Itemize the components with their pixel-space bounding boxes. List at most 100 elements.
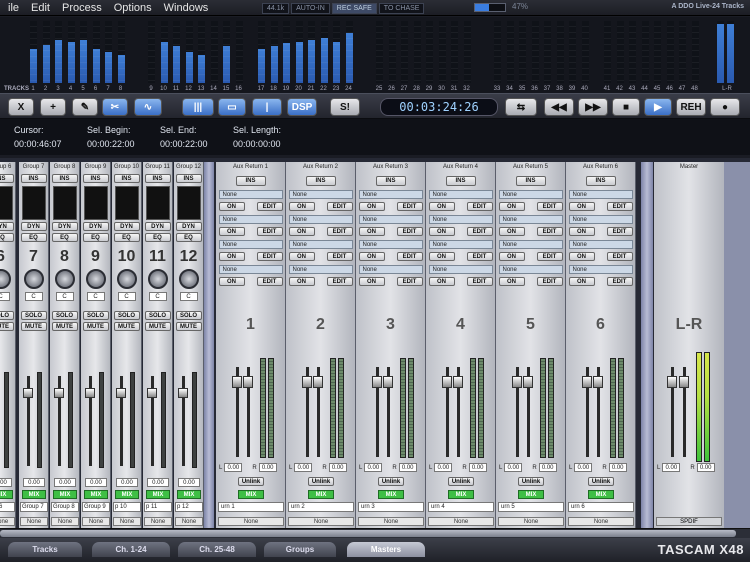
l-value[interactable]: 0.00	[224, 463, 243, 472]
send-on-button[interactable]: ON	[498, 277, 525, 286]
tab-tracks[interactable]: Tracks	[8, 542, 82, 557]
send-edit-button[interactable]: EDIT	[326, 202, 353, 211]
pan-knob[interactable]	[85, 269, 106, 289]
send-on-button[interactable]: ON	[288, 202, 315, 211]
send-on-button[interactable]: ON	[428, 252, 455, 261]
send-on-button[interactable]: ON	[218, 277, 245, 286]
l-value[interactable]: 0.00	[434, 463, 453, 472]
send-edit-button[interactable]: EDIT	[396, 277, 423, 286]
send-on-button[interactable]: ON	[218, 252, 245, 261]
send-on-button[interactable]: ON	[568, 227, 595, 236]
send-edit-button[interactable]: EDIT	[466, 277, 493, 286]
pan-value[interactable]: C	[179, 292, 198, 301]
channel-fader[interactable]	[147, 388, 157, 398]
send-on-button[interactable]: ON	[428, 227, 455, 236]
mix-button[interactable]: MIX	[588, 490, 614, 499]
send-select[interactable]: None	[288, 190, 353, 199]
l-value[interactable]: 0.00	[364, 463, 383, 472]
send-edit-button[interactable]: EDIT	[396, 252, 423, 261]
output-select[interactable]: None	[144, 517, 172, 526]
output-select[interactable]: None	[20, 517, 48, 526]
mix-button[interactable]: MIX	[518, 490, 544, 499]
record-button[interactable]: ●	[710, 98, 740, 116]
ins-button[interactable]: INS	[375, 176, 406, 186]
fader-value[interactable]: 0.00	[54, 478, 76, 487]
r-value[interactable]: 0.00	[538, 463, 557, 472]
rehearse-button[interactable]: REH	[676, 98, 706, 116]
send-edit-button[interactable]: EDIT	[536, 202, 563, 211]
mix-button[interactable]: MIX	[0, 490, 13, 499]
output-select[interactable]: None	[82, 517, 110, 526]
send-edit-button[interactable]: EDIT	[256, 227, 283, 236]
send-on-button[interactable]: ON	[568, 277, 595, 286]
send-select[interactable]: None	[218, 240, 283, 249]
l-value[interactable]: 0.00	[574, 463, 593, 472]
send-edit-button[interactable]: EDIT	[256, 202, 283, 211]
tab-masters[interactable]: Masters	[347, 542, 425, 557]
aux-name[interactable]: urn 1	[218, 502, 284, 512]
l-value[interactable]: 0.00	[294, 463, 313, 472]
group-name[interactable]: p 11	[144, 502, 172, 512]
eq-button[interactable]: EQ	[0, 233, 14, 242]
pan-knob[interactable]	[147, 269, 168, 289]
mix-button[interactable]: MIX	[238, 490, 264, 499]
send-on-button[interactable]: ON	[358, 202, 385, 211]
fader-value[interactable]: 0.00	[178, 478, 200, 487]
solo-button[interactable]: SOLO	[51, 311, 78, 320]
send-select[interactable]: None	[428, 265, 493, 274]
send-select[interactable]: None	[358, 215, 423, 224]
aux-fader-r[interactable]	[313, 376, 323, 388]
fader-value[interactable]: 0.00	[116, 478, 138, 487]
pan-knob[interactable]	[23, 269, 44, 289]
r-value[interactable]: 0.00	[608, 463, 627, 472]
eq-button[interactable]: EQ	[82, 233, 109, 242]
sel-length-value[interactable]: 00:00:00:00	[233, 139, 281, 149]
unlink-button[interactable]: Unlink	[238, 477, 264, 486]
channel-fader[interactable]	[85, 388, 95, 398]
eq-button[interactable]: EQ	[20, 233, 47, 242]
ins-button[interactable]: INS	[445, 176, 476, 186]
pencil-button[interactable]: ✎	[72, 98, 98, 116]
solo-button[interactable]: SOLO	[144, 311, 171, 320]
group-name[interactable]: p 10	[113, 502, 141, 512]
mix-button[interactable]: MIX	[84, 490, 108, 499]
send-edit-button[interactable]: EDIT	[326, 227, 353, 236]
mute-button[interactable]: MUTE	[113, 322, 140, 331]
cursor-value[interactable]: 00:00:46:07	[14, 139, 62, 149]
mixer-scrollbar[interactable]	[0, 528, 750, 538]
unlink-button[interactable]: Unlink	[448, 477, 474, 486]
r-value[interactable]: 0.00	[258, 463, 277, 472]
master-l-value[interactable]: 0.00	[662, 463, 681, 472]
dyn-button[interactable]: DYN	[0, 222, 14, 231]
send-select[interactable]: None	[358, 190, 423, 199]
send-select[interactable]: None	[288, 265, 353, 274]
pan-value[interactable]: C	[24, 292, 43, 301]
solo-button[interactable]: SOLO	[175, 311, 202, 320]
add-button[interactable]: +	[40, 98, 66, 116]
mute-button[interactable]: MUTE	[175, 322, 202, 331]
output-select[interactable]: None	[113, 517, 141, 526]
master-output-select[interactable]: SPDIF	[656, 517, 722, 526]
send-select[interactable]: None	[568, 240, 633, 249]
solo-button[interactable]: SOLO	[82, 311, 109, 320]
send-select[interactable]: None	[428, 240, 493, 249]
aux-name[interactable]: urn 6	[568, 502, 634, 512]
mix-button[interactable]: MIX	[448, 490, 474, 499]
mix-button[interactable]: MIX	[378, 490, 404, 499]
channel-fader[interactable]	[178, 388, 188, 398]
aux-fader-l[interactable]	[302, 376, 312, 388]
send-edit-button[interactable]: EDIT	[396, 227, 423, 236]
solo-button[interactable]: SOLO	[20, 311, 47, 320]
send-on-button[interactable]: ON	[568, 202, 595, 211]
mixer-view-button[interactable]: ▭	[218, 98, 246, 116]
send-select[interactable]: None	[498, 265, 563, 274]
menu-windows[interactable]: Windows	[164, 2, 221, 14]
ins-button[interactable]: INS	[20, 174, 47, 183]
group-name[interactable]: Group 7	[20, 502, 48, 512]
scissors-button[interactable]: ✂	[102, 98, 128, 116]
send-edit-button[interactable]: EDIT	[606, 227, 633, 236]
aux-fader-l[interactable]	[582, 376, 592, 388]
ins-button[interactable]: INS	[305, 176, 336, 186]
pan-knob[interactable]	[116, 269, 137, 289]
pan-knob[interactable]	[178, 269, 199, 289]
